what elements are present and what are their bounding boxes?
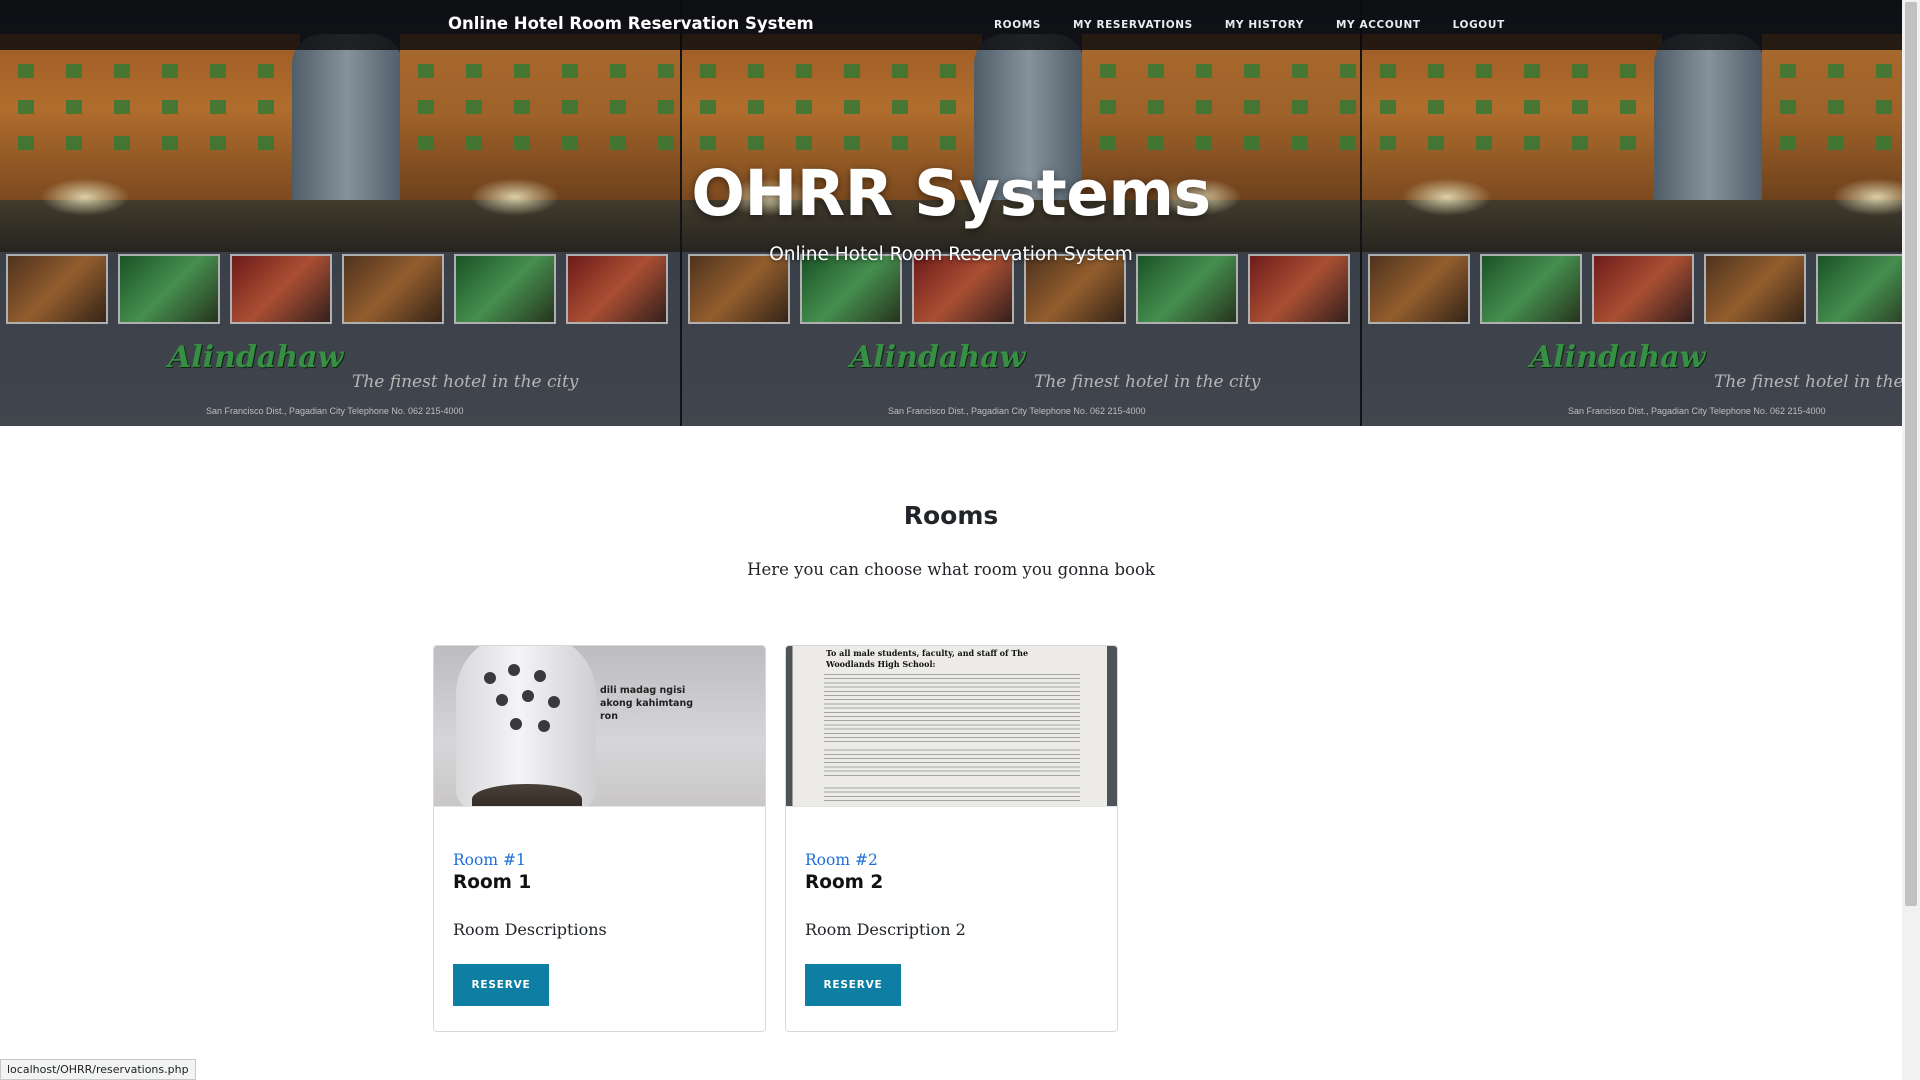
room-image: To all male students, faculty, and staff… [786, 646, 1117, 807]
nav-my-reservations[interactable]: MY RESERVATIONS [1073, 19, 1193, 31]
hero-banner: Alindahaw The finest hotel in the city S… [0, 0, 1902, 426]
scrollbar-thumb[interactable] [1905, 2, 1917, 906]
reserve-button[interactable]: RESERVE [805, 964, 901, 1006]
rooms-heading: Rooms [903, 501, 999, 530]
room-name: Room 1 [453, 872, 532, 893]
room-image: dili madag ngisi akong kahimtang ron [434, 646, 765, 807]
hero-subtitle: Online Hotel Room Reservation System [769, 244, 1133, 265]
room-description: Room Description 2 [805, 920, 966, 939]
room-number: Room #1 [453, 851, 526, 869]
room-card: To all male students, faculty, and staff… [785, 645, 1118, 1032]
top-navbar: Online Hotel Room Reservation System ROO… [0, 0, 1902, 50]
nav-logout[interactable]: LOGOUT [1453, 19, 1505, 31]
main-nav: ROOMS MY RESERVATIONS MY HISTORY MY ACCO… [994, 19, 1537, 31]
nav-my-history[interactable]: MY HISTORY [1225, 19, 1304, 31]
nav-rooms[interactable]: ROOMS [994, 19, 1041, 31]
room-number: Room #2 [805, 851, 878, 869]
hero-title: OHRR Systems [691, 157, 1211, 230]
site-title-link[interactable]: Online Hotel Room Reservation System [448, 14, 814, 33]
rooms-subheading: Here you can choose what room you gonna … [747, 560, 1155, 579]
reserve-button[interactable]: RESERVE [453, 964, 549, 1006]
room-image-caption: dili madag ngisi akong kahimtang ron [600, 685, 694, 722]
browser-status-url: localhost/OHRR/reservations.php [0, 1059, 196, 1080]
nav-my-account[interactable]: MY ACCOUNT [1336, 19, 1421, 31]
room-image-caption: To all male students, faculty, and staff… [826, 648, 1029, 669]
room-name: Room 2 [805, 872, 884, 893]
room-card: dili madag ngisi akong kahimtang ron Roo… [433, 645, 766, 1032]
room-description: Room Descriptions [453, 920, 607, 939]
